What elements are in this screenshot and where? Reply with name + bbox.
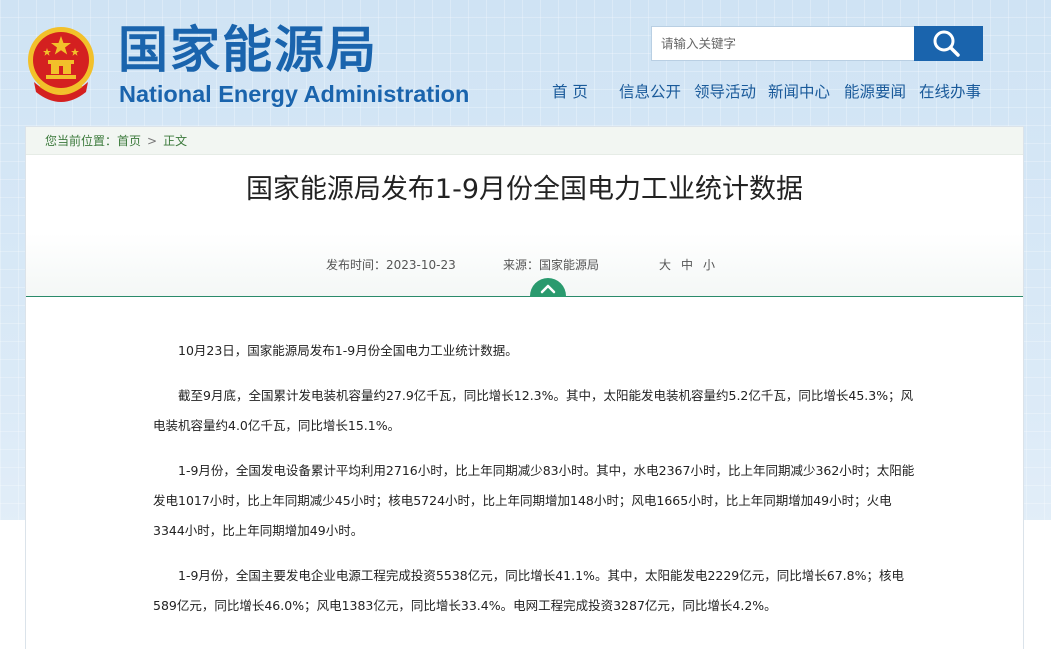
breadcrumb-current: 正文 — [163, 134, 188, 148]
search-button[interactable] — [914, 26, 983, 61]
nav-leadership-activities[interactable]: 领导活动 — [694, 82, 768, 102]
source-label: 来源： — [503, 258, 540, 272]
publish-time: 发布时间：2023-10-23 — [326, 257, 456, 273]
publish-time-label: 发布时间： — [326, 258, 387, 272]
main-nav: 首 页 信息公开 领导活动 新闻中心 能源要闻 在线办事 — [552, 82, 981, 102]
nav-online-services[interactable]: 在线办事 — [919, 82, 981, 102]
breadcrumb-separator: > — [147, 134, 158, 148]
article-paragraph: 1-9月份，全国主要发电企业电源工程完成投资5538亿元，同比增长41.1%。其… — [153, 568, 904, 613]
font-size-large[interactable]: 大 — [659, 258, 671, 272]
article-paragraph: 1-9月份，全国发电设备累计平均利用2716小时，比上年同期减少83小时。其中，… — [153, 463, 915, 538]
article-paragraph: 10月23日，国家能源局发布1-9月份全国电力工业统计数据。 — [178, 343, 518, 358]
site-brand-english[interactable]: National Energy Administration — [119, 80, 469, 108]
search-box — [651, 26, 983, 61]
source-value: 国家能源局 — [539, 258, 600, 272]
article-title: 国家能源局发布1-9月份全国电力工业统计数据 — [245, 174, 804, 205]
nav-information-disclosure[interactable]: 信息公开 — [619, 82, 694, 102]
chevron-up-icon — [540, 284, 556, 294]
font-size-switcher: 大中小 — [659, 257, 725, 273]
article-body: 10月23日，国家能源局发布1-9月份全国电力工业统计数据。 截至9月底，全国累… — [153, 336, 923, 636]
search-icon — [933, 30, 960, 57]
header-divider — [26, 296, 1023, 297]
national-emblem-icon — [26, 26, 96, 102]
nav-news-center[interactable]: 新闻中心 — [768, 82, 844, 102]
collapse-toggle-button[interactable] — [530, 278, 566, 297]
publish-time-value: 2023-10-23 — [386, 258, 456, 272]
article-source: 来源：国家能源局 — [503, 257, 599, 273]
breadcrumb-home-link[interactable]: 首页 — [117, 134, 141, 148]
breadcrumb: 您当前位置：首页 > 正文 — [26, 127, 1023, 155]
nav-energy-news[interactable]: 能源要闻 — [844, 82, 919, 102]
search-input[interactable] — [652, 27, 914, 60]
article-card: 您当前位置：首页 > 正文 国家能源局发布1-9月份全国电力工业统计数据 发布时间：… — [25, 126, 1024, 649]
site-brand-chinese[interactable]: 国家能源局 — [118, 22, 378, 78]
article-paragraph: 截至9月底，全国累计发电装机容量约27.9亿千瓦，同比增长12.3%。其中，太阳… — [153, 388, 914, 433]
font-size-medium[interactable]: 中 — [681, 258, 693, 272]
breadcrumb-prefix: 您当前位置： — [45, 134, 118, 148]
article-header: 国家能源局发布1-9月份全国电力工业统计数据 发布时间：2023-10-23 来… — [26, 156, 1023, 296]
font-size-small[interactable]: 小 — [703, 258, 715, 272]
nav-home[interactable]: 首 页 — [552, 82, 619, 102]
